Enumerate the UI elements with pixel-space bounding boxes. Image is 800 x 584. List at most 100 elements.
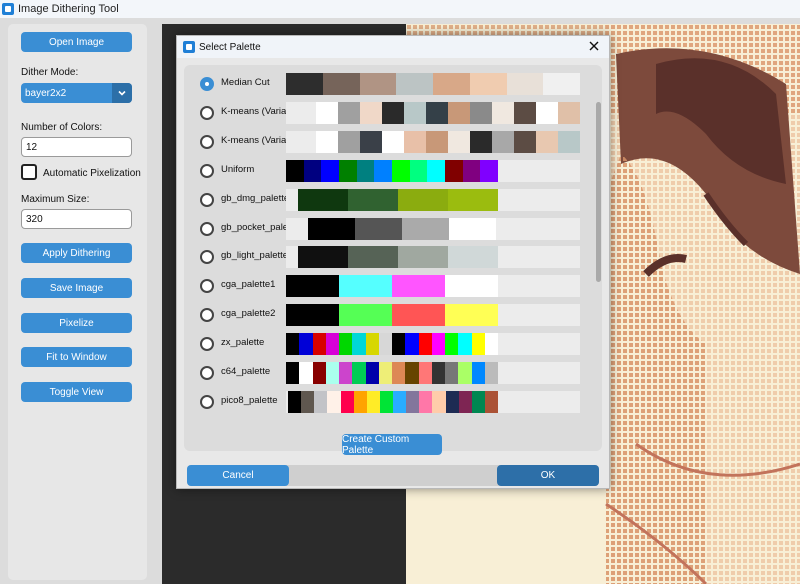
palette-swatch	[462, 159, 481, 182]
palette-row[interactable]: K-means (Variant 2)	[198, 130, 580, 153]
palette-swatch	[299, 362, 313, 384]
palette-swatch	[356, 159, 375, 182]
palette-swatch	[484, 333, 498, 356]
palette-swatch	[536, 101, 558, 124]
palette-swatch	[378, 362, 392, 384]
palette-name: gb_light_palette	[221, 250, 289, 262]
palette-row[interactable]: cga_palette1	[198, 275, 580, 298]
palette-radio[interactable]	[200, 134, 214, 149]
palette-preview	[286, 101, 580, 124]
palette-swatch	[405, 333, 419, 356]
palette-swatch	[445, 275, 498, 298]
palette-swatch	[365, 362, 379, 384]
palette-swatch	[392, 304, 445, 327]
palette-radio[interactable]	[200, 394, 214, 409]
app-icon	[183, 41, 195, 53]
palette-swatch	[359, 73, 397, 95]
palette-preview	[286, 130, 580, 153]
palette-swatch	[445, 362, 459, 384]
palette-row[interactable]: c64_palette	[198, 362, 580, 384]
palette-swatch	[299, 333, 313, 356]
palette-swatch	[470, 130, 492, 153]
palette-swatch	[492, 130, 514, 153]
palette-row[interactable]: Uniform	[198, 159, 580, 182]
palette-swatch	[458, 390, 472, 413]
max-size-field[interactable]: 320	[21, 209, 132, 229]
palette-swatch	[558, 130, 580, 153]
palette-swatch	[448, 188, 498, 211]
palette-name: c64_palette	[221, 366, 271, 377]
palette-name: cga_palette1	[221, 279, 276, 291]
palette-swatch	[431, 333, 445, 356]
palette-radio[interactable]	[200, 163, 214, 178]
palette-swatch	[449, 217, 496, 240]
palette-swatch	[339, 362, 353, 384]
palette-swatch	[448, 101, 470, 124]
palette-row[interactable]: zx_palette	[198, 333, 580, 356]
cancel-button[interactable]: Cancel	[187, 465, 289, 486]
palette-swatch	[506, 73, 544, 95]
chevron-down-icon[interactable]	[112, 83, 132, 103]
create-custom-palette-button[interactable]: Create Custom Palette	[342, 434, 442, 456]
ok-button[interactable]: OK	[497, 465, 599, 486]
palette-swatch	[514, 101, 536, 124]
palette-row[interactable]: pico8_palette	[198, 390, 580, 413]
palette-radio[interactable]	[200, 337, 214, 352]
palette-radio[interactable]	[200, 192, 214, 207]
scrollbar[interactable]	[596, 102, 601, 282]
palette-swatch	[426, 130, 448, 153]
palette-swatch	[398, 246, 448, 269]
palette-list[interactable]: Median Cut K-means (Variant 1) K-means (Va…	[184, 65, 602, 451]
palette-swatch	[366, 390, 380, 413]
palette-swatch	[492, 101, 514, 124]
app-title: Image Dithering Tool	[18, 3, 119, 15]
palette-radio[interactable]	[200, 279, 214, 294]
palette-swatch	[325, 333, 339, 356]
palette-swatch	[325, 362, 339, 384]
palette-radio[interactable]	[200, 308, 214, 323]
palette-row[interactable]: K-means (Variant 1)	[198, 101, 580, 124]
palette-swatch	[536, 130, 558, 153]
dialog-titlebar: Select Palette	[177, 36, 609, 58]
palette-swatch	[543, 73, 580, 95]
palette-swatch	[402, 217, 449, 240]
palette-preview	[286, 73, 580, 95]
palette-name: gb_dmg_palette	[221, 192, 290, 204]
palette-row[interactable]: gb_dmg_palette	[198, 188, 580, 211]
palette-radio[interactable]	[200, 250, 214, 265]
palette-swatch	[432, 390, 446, 413]
palette-swatch	[298, 188, 348, 211]
palette-swatch	[471, 390, 485, 413]
palette-radio[interactable]	[200, 366, 214, 380]
pixelize-button[interactable]: Pixelize	[21, 313, 132, 333]
toggle-view-button[interactable]: Toggle View	[21, 382, 132, 402]
dialog-title: Select Palette	[199, 41, 261, 53]
fit-to-window-button[interactable]: Fit to Window	[21, 347, 132, 367]
palette-row[interactable]: gb_pocket_palette	[198, 217, 580, 240]
auto-pixelization-checkbox[interactable]	[21, 164, 37, 180]
palette-row[interactable]: gb_light_palette	[198, 246, 580, 269]
close-icon[interactable]	[587, 39, 601, 53]
palette-row[interactable]: Median Cut	[198, 73, 580, 95]
palette-swatch	[338, 159, 357, 182]
palette-swatch	[338, 130, 360, 153]
palette-swatch	[405, 362, 419, 384]
apply-dithering-button[interactable]: Apply Dithering	[21, 243, 132, 263]
palette-swatch	[404, 101, 426, 124]
palette-row[interactable]: cga_palette2	[198, 304, 580, 327]
save-image-button[interactable]: Save Image	[21, 278, 132, 298]
palette-swatch	[286, 275, 339, 298]
select-palette-dialog: Select Palette Median Cut K-means (Varian…	[176, 35, 610, 489]
open-image-button[interactable]: Open Image	[21, 32, 132, 52]
palette-swatch	[382, 130, 404, 153]
num-colors-field[interactable]: 12	[21, 137, 132, 157]
dither-mode-select[interactable]: bayer2x2	[21, 83, 132, 103]
palette-swatch	[314, 390, 328, 413]
palette-swatch	[374, 159, 392, 182]
palette-preview	[286, 390, 580, 413]
palette-swatch	[409, 159, 428, 182]
palette-radio[interactable]	[200, 77, 214, 91]
palette-radio[interactable]	[200, 105, 214, 120]
palette-radio[interactable]	[200, 221, 214, 236]
palette-swatch	[426, 101, 448, 124]
